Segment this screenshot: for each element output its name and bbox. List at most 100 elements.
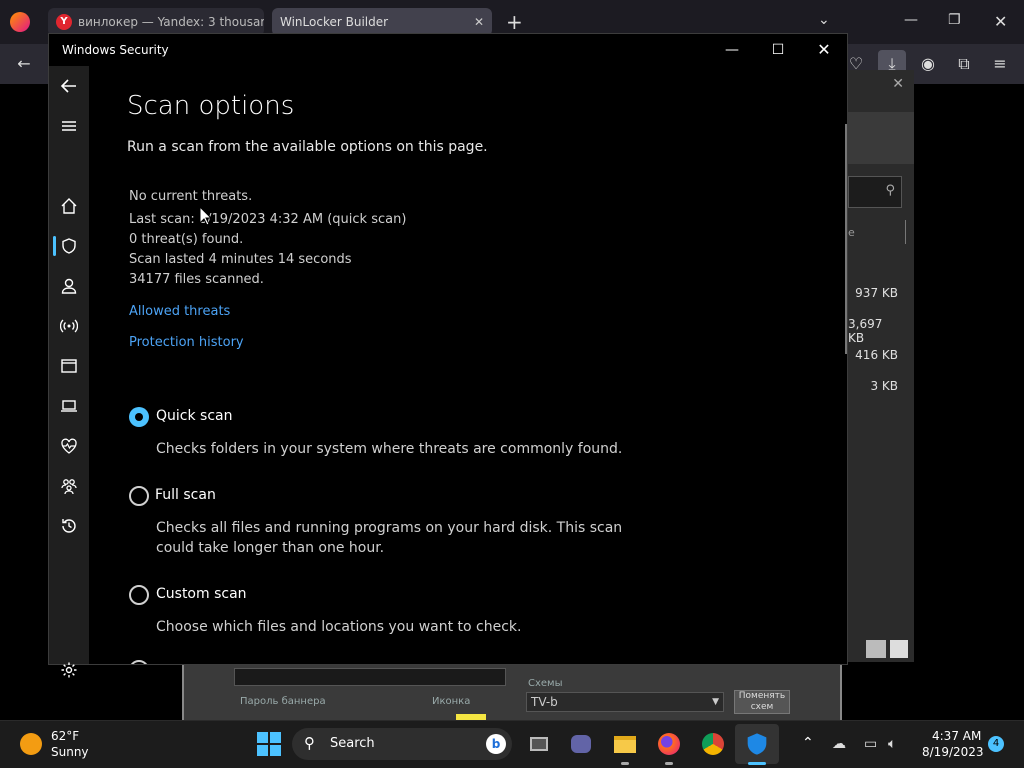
custom-scan-radio[interactable] <box>129 585 149 605</box>
protection-history-link[interactable]: Protection history <box>129 335 244 350</box>
wireless-icon <box>60 319 78 333</box>
text-field[interactable] <box>234 668 506 686</box>
sidebar-item-app-browser[interactable] <box>49 348 89 384</box>
custom-scan-description: Choose which files and locations you wan… <box>156 619 522 635</box>
sidebar-item-home[interactable] <box>49 188 89 224</box>
file-size: 937 KB <box>855 286 898 300</box>
custom-scan-label[interactable]: Custom scan <box>156 586 247 602</box>
chevron-up-icon[interactable]: ⌃ <box>802 735 814 751</box>
person-icon <box>61 278 77 294</box>
display-icon[interactable]: ▭ <box>864 736 877 752</box>
back-arrow-icon <box>60 79 76 93</box>
tab-winlocker[interactable]: WinLocker Builder ✕ <box>272 8 492 36</box>
clock-time[interactable]: 4:37 AM <box>932 729 981 743</box>
yandex-icon: Y <box>56 14 72 30</box>
home-icon <box>61 198 77 214</box>
search-icon: ⚲ <box>304 734 315 752</box>
taskbar-search[interactable]: ⚲ Search b <box>292 728 512 760</box>
weather-temperature[interactable]: 62°F <box>51 729 79 743</box>
extensions-icon[interactable]: ⧉ <box>950 50 978 78</box>
sidebar-item-device-health[interactable] <box>49 428 89 464</box>
chevron-down-icon[interactable]: ⌄ <box>818 12 830 28</box>
menu-icon[interactable]: ≡ <box>986 50 1014 78</box>
windows-security-taskbar-icon[interactable] <box>743 730 771 758</box>
sidebar-item-family-options[interactable] <box>49 468 89 504</box>
bing-icon[interactable]: b <box>486 734 506 754</box>
threat-status: No current threats. <box>129 189 253 204</box>
onedrive-icon[interactable]: ☁ <box>832 736 846 752</box>
active-indicator <box>748 762 766 765</box>
new-tab-button[interactable]: + <box>506 10 523 34</box>
shield-icon <box>747 733 767 755</box>
full-scan-radio[interactable] <box>129 486 149 506</box>
file-size: 3 KB <box>870 379 898 393</box>
notification-badge[interactable]: 4 <box>988 736 1004 752</box>
hamburger-menu-button[interactable] <box>49 108 89 144</box>
change-scheme-button[interactable]: Поменять схем <box>734 690 790 714</box>
browser-window-icon <box>61 359 77 373</box>
chrome-icon[interactable] <box>699 730 727 758</box>
gear-icon <box>61 662 77 678</box>
sidebar-item-firewall[interactable] <box>49 308 89 344</box>
title-bar: Windows Security — ☐ ✕ <box>49 34 847 66</box>
minimize-button[interactable]: — <box>709 34 755 66</box>
offline-scan-radio[interactable] <box>129 660 149 664</box>
file-explorer-icon[interactable] <box>611 730 639 758</box>
close-button[interactable]: ✕ <box>801 34 847 66</box>
sidebar-item-protection-history[interactable] <box>49 508 89 544</box>
windows-start-icon[interactable] <box>257 732 281 756</box>
minimize-icon[interactable]: — <box>904 12 918 28</box>
tab-yandex[interactable]: Y винлокер — Yandex: 3 thousar ✕ <box>48 8 264 36</box>
last-scan-info: Last scan: 8/19/2023 4:32 AM (quick scan… <box>129 212 407 227</box>
mouse-cursor-icon <box>199 206 213 226</box>
history-icon <box>62 519 76 533</box>
schemes-label: Схемы <box>528 678 563 689</box>
threats-found-info: 0 threat(s) found. <box>129 232 244 247</box>
file-size: 3,697 KB <box>848 317 883 345</box>
sidebar-item-settings[interactable] <box>49 652 89 688</box>
allowed-threats-link[interactable]: Allowed threats <box>129 304 230 319</box>
scheme-value: TV-b <box>531 695 558 709</box>
heartbeat-icon <box>61 438 77 454</box>
sidebar-item-device-security[interactable] <box>49 388 89 424</box>
teams-chat-icon[interactable] <box>567 730 595 758</box>
quick-scan-label[interactable]: Quick scan <box>156 408 232 424</box>
page-subtitle: Run a scan from the available options on… <box>127 139 488 155</box>
search-icon: ⚲ <box>885 183 895 198</box>
scan-options-page: Scan options Run a scan from the availab… <box>89 66 847 664</box>
grid-view-icon[interactable] <box>890 640 908 658</box>
search-field[interactable]: ⚲ <box>848 176 902 208</box>
search-placeholder: Search <box>330 736 375 751</box>
account-icon[interactable]: ◉ <box>914 50 942 78</box>
maximize-button[interactable]: ☐ <box>755 34 801 66</box>
close-icon[interactable]: ✕ <box>892 76 904 92</box>
close-icon[interactable]: ✕ <box>474 15 484 29</box>
scrollbar[interactable] <box>845 124 847 354</box>
clock-date[interactable]: 8/19/2023 <box>922 745 984 759</box>
firefox-icon[interactable] <box>10 12 30 32</box>
quick-scan-radio[interactable] <box>129 407 149 427</box>
weather-description[interactable]: Sunny <box>51 745 89 759</box>
hamburger-icon <box>62 121 76 131</box>
firefox-icon[interactable] <box>655 730 683 758</box>
sun-icon[interactable] <box>20 733 42 755</box>
full-scan-label[interactable]: Full scan <box>155 487 216 503</box>
windows-security-window: Windows Security — ☐ ✕ Scan options Run … <box>48 33 848 678</box>
files-scanned-info: 34177 files scanned. <box>129 272 264 287</box>
restore-icon[interactable]: ❐ <box>948 12 961 28</box>
close-icon[interactable]: ✕ <box>994 12 1007 31</box>
volume-icon[interactable]: 🔈︎ <box>888 736 896 752</box>
list-view-icon[interactable] <box>866 640 886 658</box>
sidebar-item-account[interactable] <box>49 268 89 304</box>
back-button[interactable] <box>49 68 89 104</box>
chevron-down-icon: ▼ <box>712 697 719 707</box>
scheme-select[interactable]: TV-b ▼ <box>526 692 724 712</box>
page-title: Scan options <box>127 91 295 121</box>
quick-scan-description: Checks folders in your system where thre… <box>156 441 623 457</box>
back-arrow-icon[interactable]: ← <box>10 50 38 78</box>
task-view-icon[interactable] <box>525 730 553 758</box>
scan-duration-info: Scan lasted 4 minutes 14 seconds <box>129 252 352 267</box>
shield-icon <box>62 238 76 254</box>
running-indicator <box>621 762 629 765</box>
sidebar-item-virus-protection[interactable] <box>49 228 89 264</box>
